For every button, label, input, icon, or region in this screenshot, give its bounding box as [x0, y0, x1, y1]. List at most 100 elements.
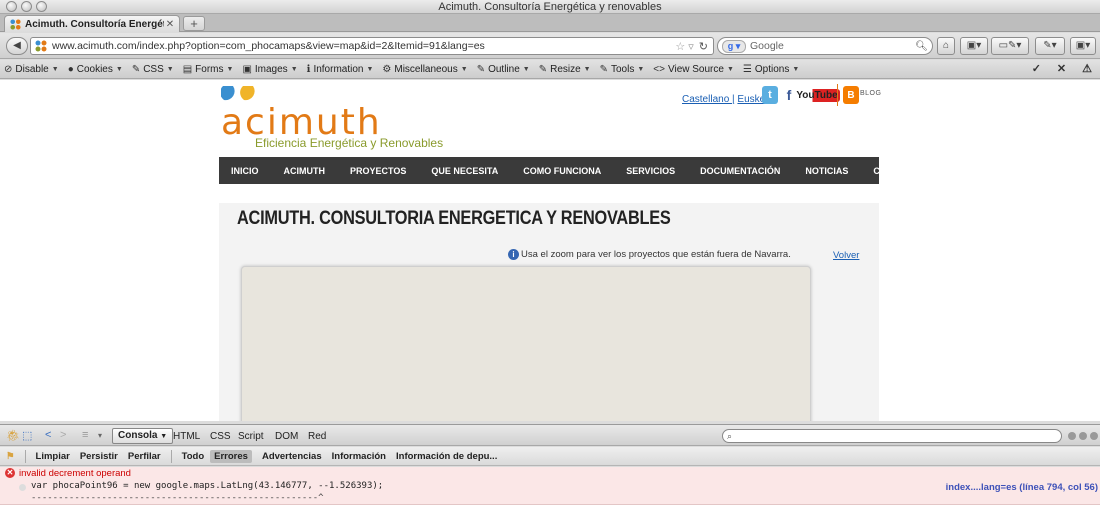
menu-item-que-necesita[interactable]: QUE NECESITA [431, 166, 498, 176]
devtool-menu-tools[interactable]: ✎ Tools ▼ [600, 64, 645, 75]
tab-css[interactable]: CSS [210, 431, 231, 442]
devtool-label: Options [754, 63, 790, 75]
devtool-menu-view-source[interactable]: <> View Source ▼ [653, 64, 734, 75]
console-filter-6[interactable]: Información [332, 451, 386, 462]
language-switcher: Castellano | Euskera [682, 94, 774, 105]
devtool-menu-miscellaneous[interactable]: ⚙ Miscellaneous ▼ [382, 64, 467, 75]
error-location-link[interactable]: index....lang=es (línea 794, col 56) [946, 482, 1098, 493]
dropdown-arrow-icon: ▼ [460, 65, 468, 73]
console-panel-select[interactable]: Consola ▼ [112, 428, 174, 444]
devtool-menu-information[interactable]: ℹ Information ▼ [307, 64, 374, 75]
firebug-icon[interactable]: 🐞︎ [6, 429, 20, 442]
dropdown-arrow-icon[interactable]: ▾ [98, 431, 102, 440]
dropdown-arrow-icon: ▼ [366, 65, 374, 73]
url-bar[interactable]: www.acimuth.com/index.php?option=com_pho… [30, 37, 714, 55]
tab-script[interactable]: Script [238, 431, 264, 442]
devtool-label: Cookies [76, 63, 113, 75]
page-container: acimuth Eficiencia Energética y Renovabl… [219, 80, 924, 421]
devtool-menu-forms[interactable]: ▤ Forms ▼ [183, 64, 234, 75]
inspect-icon[interactable]: ⬚ [22, 429, 32, 442]
dropdown-arrow-icon: ▼ [792, 65, 800, 73]
devtool-icon: ℹ [306, 63, 311, 75]
dropdown-arrow-icon: ▼ [522, 65, 530, 73]
reload-icon[interactable]: ↻ [699, 40, 708, 53]
console-filter-2[interactable]: Perfilar [128, 451, 161, 462]
firebug-search-input[interactable]: ⌕ [722, 429, 1062, 443]
devtool-menu-resize[interactable]: ✎ Resize ▼ [539, 64, 591, 75]
close-icon[interactable]: ✕ [1057, 62, 1066, 75]
devtool-icon: ✎ [476, 63, 486, 75]
console-filter-7[interactable]: Información de depu... [396, 451, 497, 462]
tab-red[interactable]: Red [308, 431, 326, 442]
minimize-panel-button[interactable] [1068, 432, 1076, 440]
menu-item-proyectos[interactable]: PROYECTOS [350, 166, 406, 176]
menu-item-documentación[interactable]: DOCUMENTACIÓN [700, 166, 780, 176]
clear-console-icon[interactable]: ⚑ [6, 451, 15, 462]
youtube-icon[interactable]: YouTube [794, 86, 840, 104]
search-input[interactable]: Google [750, 40, 915, 52]
warning-icon[interactable]: ⚠ [1082, 62, 1092, 75]
forward-icon[interactable]: > [60, 429, 66, 441]
search-bar[interactable]: g ▾ Google 🔍︎ [717, 37, 933, 55]
console-filter-1[interactable]: Persistir [80, 451, 118, 462]
language-castellano-link[interactable]: Castellano | [682, 94, 735, 105]
list-icon[interactable]: ≡ [82, 429, 88, 441]
site-tagline: Eficiencia Energética y Renovables [255, 136, 444, 150]
console-filter-bar: ⚑ Limpiar Persistir Perfilar Todo Errores Adve… [0, 447, 1100, 466]
console-filter-3[interactable]: Todo [182, 451, 205, 462]
menu-item-como-funciona[interactable]: COMO FUNCIONA [523, 166, 601, 176]
back-icon[interactable]: < [45, 429, 51, 441]
bookmark-star-icon[interactable]: ☆ ▿ [675, 40, 693, 53]
devtool-menu-css[interactable]: ✎ CSS ▼ [132, 64, 174, 75]
dropdown-arrow-icon: ▼ [726, 65, 734, 73]
devtool-label: Outline [488, 63, 520, 75]
console-filter-0[interactable]: Limpiar [36, 451, 70, 462]
back-link[interactable]: Volver [833, 250, 859, 261]
devtool-label: Images [254, 63, 288, 75]
extension-button-3[interactable]: ✎▾ [1035, 37, 1065, 55]
extension-button-4[interactable]: ▣▾ [1070, 37, 1096, 55]
detach-panel-button[interactable] [1079, 432, 1087, 440]
site-identity-icon [35, 40, 47, 52]
menu-item-inicio[interactable]: INICIO [231, 166, 259, 176]
check-icon[interactable]: ✓ [1032, 62, 1041, 75]
breakpoint-toggle-icon[interactable] [19, 484, 26, 491]
home-button[interactable]: ⌂ [937, 37, 955, 55]
twitter-icon[interactable]: t [762, 86, 778, 104]
extension-button-2[interactable]: ▭✎▾ [991, 37, 1029, 55]
error-header[interactable]: ✕ invalid decrement operand [0, 467, 1100, 479]
dropdown-arrow-icon: ▼ [290, 65, 298, 73]
tab-dom[interactable]: DOM [275, 431, 298, 442]
devtool-menu-images[interactable]: ▣ Images ▼ [242, 64, 297, 75]
acimuth-favicon-icon [10, 18, 21, 30]
close-panel-button[interactable] [1090, 432, 1098, 440]
new-tab-button[interactable]: + [183, 16, 205, 31]
google-icon[interactable]: g ▾ [722, 39, 746, 53]
menu-item-noticias[interactable]: NOTICIAS [805, 166, 848, 176]
browser-tab[interactable]: Acimuth. Consultoría Energética... ✕ [4, 15, 180, 32]
menu-item-contacto[interactable]: CONTACTO [873, 166, 923, 176]
devtool-label: Forms [195, 63, 224, 75]
devtool-menu-disable[interactable]: ⊘ Disable ▼ [4, 64, 59, 75]
url-text[interactable]: www.acimuth.com/index.php?option=com_pho… [52, 40, 675, 52]
search-icon[interactable]: 🔍︎ [915, 41, 928, 52]
devtool-menu-outline[interactable]: ✎ Outline ▼ [477, 64, 530, 75]
map-canvas[interactable] [241, 266, 811, 421]
tab-html[interactable]: HTML [173, 431, 200, 442]
separator [170, 449, 172, 463]
menu-item-servicios[interactable]: SERVICIOS [626, 166, 675, 176]
console-filter-4[interactable]: Errores [210, 449, 252, 463]
devtool-menu-cookies[interactable]: ● Cookies ▼ [68, 64, 123, 75]
menu-item-acimuth[interactable]: ACIMUTH [284, 166, 326, 176]
blogger-icon[interactable]: B [843, 86, 859, 104]
console-filter-5[interactable]: Advertencias [262, 451, 322, 462]
console-output: ✕ invalid decrement operand var phocaPoi… [0, 467, 1100, 517]
chevron-down-icon: ▼ [160, 433, 168, 440]
firebug-window-controls [1068, 432, 1098, 440]
close-tab-icon[interactable]: ✕ [164, 19, 176, 30]
back-button[interactable]: ◀ [6, 37, 28, 55]
blog-label[interactable]: BLOG [860, 90, 881, 97]
devtool-menu-options[interactable]: ☰ Options ▼ [743, 64, 799, 75]
extension-button-1[interactable]: ▣▾ [960, 37, 988, 55]
dropdown-arrow-icon: ▼ [166, 65, 174, 73]
